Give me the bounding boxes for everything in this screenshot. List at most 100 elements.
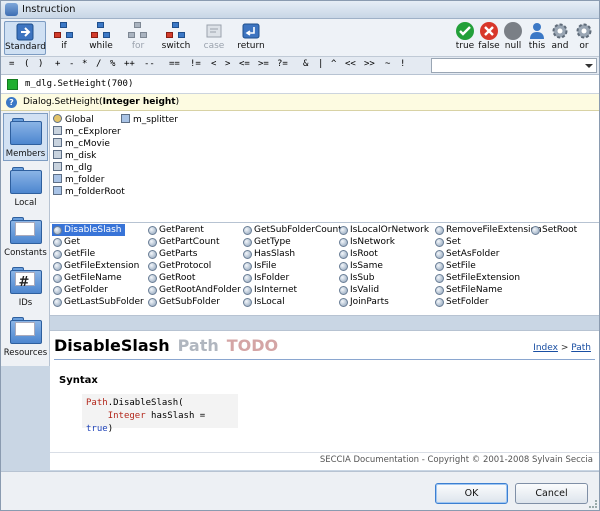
- list-item[interactable]: SetFileExtension: [434, 272, 520, 284]
- list-item[interactable]: IsNetwork: [338, 236, 395, 248]
- list-item[interactable]: Set: [434, 236, 461, 248]
- for-label: for: [131, 41, 145, 51]
- this-button[interactable]: this: [526, 21, 548, 55]
- list-item[interactable]: m_splitter: [121, 114, 178, 125]
- operator-button[interactable]: ~: [385, 59, 390, 69]
- operator-button[interactable]: >: [225, 59, 230, 69]
- null-button[interactable]: null: [502, 21, 524, 55]
- operator-button[interactable]: <=: [239, 59, 250, 69]
- list-item[interactable]: IsSame: [338, 260, 383, 272]
- list-item[interactable]: IsSub: [338, 272, 374, 284]
- operator-button[interactable]: <<: [345, 59, 356, 69]
- operator-button[interactable]: ++: [124, 59, 135, 69]
- standard-button[interactable]: Standard: [4, 21, 46, 55]
- list-item[interactable]: GetRoot: [147, 272, 195, 284]
- resize-grip-icon[interactable]: [589, 500, 597, 508]
- list-item[interactable]: m_folderRoot: [53, 186, 125, 197]
- operator-button[interactable]: %: [110, 59, 115, 69]
- list-item[interactable]: m_disk: [53, 150, 96, 161]
- list-item[interactable]: SetAsFolder: [434, 248, 499, 260]
- list-item[interactable]: GetProtocol: [147, 260, 211, 272]
- list-item[interactable]: GetFolder: [52, 284, 108, 296]
- return-button[interactable]: return: [237, 21, 265, 55]
- list-item[interactable]: SetFile: [434, 260, 476, 272]
- list-item[interactable]: GetParts: [147, 248, 198, 260]
- list-item[interactable]: GetLastSubFolder: [52, 296, 144, 308]
- case-button[interactable]: case: [201, 21, 227, 55]
- while-button[interactable]: while: [87, 21, 115, 55]
- list-item[interactable]: HasSlash: [242, 248, 295, 260]
- operator-button[interactable]: |: [318, 59, 323, 69]
- list-item-selected[interactable]: DisableSlash: [52, 224, 125, 236]
- list-item[interactable]: IsLocalOrNetwork: [338, 224, 429, 236]
- operator-button[interactable]: !=: [190, 59, 201, 69]
- operator-button[interactable]: &: [303, 59, 308, 69]
- sidebar-item-members[interactable]: Members: [3, 113, 48, 161]
- list-item[interactable]: IsInternet: [242, 284, 297, 296]
- operator-button[interactable]: ==: [169, 59, 180, 69]
- list-item[interactable]: GetRootAndFolder: [147, 284, 241, 296]
- operator-button[interactable]: ?=: [277, 59, 288, 69]
- list-item[interactable]: m_folder: [53, 174, 104, 185]
- expression-input[interactable]: m_dlg.SetHeight(700): [25, 79, 133, 89]
- operator-button[interactable]: *: [82, 59, 87, 69]
- list-item[interactable]: IsFile: [242, 260, 276, 272]
- breadcrumb-index-link[interactable]: Index: [533, 343, 558, 353]
- list-item[interactable]: GetType: [242, 236, 291, 248]
- operator-button[interactable]: !: [400, 59, 405, 69]
- list-item[interactable]: IsValid: [338, 284, 379, 296]
- dialog-footer: OK Cancel: [1, 471, 599, 510]
- true-button[interactable]: true: [454, 21, 476, 55]
- list-item[interactable]: SetFileName: [434, 284, 502, 296]
- if-button[interactable]: if: [53, 21, 75, 55]
- list-item[interactable]: RemoveFileExtension: [434, 224, 542, 236]
- and-button[interactable]: and: [549, 21, 571, 55]
- list-item[interactable]: IsRoot: [338, 248, 378, 260]
- list-item[interactable]: IsFolder: [242, 272, 289, 284]
- ok-button[interactable]: OK: [435, 483, 508, 504]
- list-item[interactable]: m_cMovie: [53, 138, 110, 149]
- list-item[interactable]: IsLocal: [242, 296, 285, 308]
- list-item[interactable]: m_dlg: [53, 162, 92, 173]
- sidebar-item-ids[interactable]: # IDs: [3, 263, 48, 311]
- operator-button[interactable]: >>: [364, 59, 375, 69]
- or-button[interactable]: or: [573, 21, 595, 55]
- for-button[interactable]: for: [126, 21, 150, 55]
- list-item[interactable]: m_cExplorer: [53, 126, 121, 137]
- list-item[interactable]: GetFile: [52, 248, 95, 260]
- sidebar-item-resources[interactable]: Resources: [3, 313, 48, 361]
- doc-class-name: Path: [177, 336, 219, 355]
- operator-button[interactable]: /: [96, 59, 101, 69]
- list-item[interactable]: JoinParts: [338, 296, 389, 308]
- operator-button[interactable]: =: [9, 59, 14, 69]
- members-list: Global m_cExplorer m_cMovie m_disk m_dlg…: [50, 111, 599, 223]
- list-item[interactable]: Get: [52, 236, 80, 248]
- list-item[interactable]: Global: [53, 114, 94, 125]
- switch-button[interactable]: switch: [161, 21, 191, 55]
- list-item[interactable]: GetFileExtension: [52, 260, 139, 272]
- flow-for-icon: [128, 22, 148, 40]
- cancel-button[interactable]: Cancel: [515, 483, 588, 504]
- operator-button[interactable]: >=: [258, 59, 269, 69]
- sidebar-item-constants[interactable]: Constants: [3, 213, 48, 261]
- operator-button[interactable]: ): [38, 59, 43, 69]
- breadcrumb-path-link[interactable]: Path: [571, 343, 591, 353]
- operator-button[interactable]: --: [144, 59, 155, 69]
- operator-button[interactable]: ^: [331, 59, 336, 69]
- operator-button[interactable]: -: [69, 59, 74, 69]
- operator-button[interactable]: <: [211, 59, 216, 69]
- list-item[interactable]: GetPartCount: [147, 236, 220, 248]
- sidebar-item-local[interactable]: Local: [3, 163, 48, 211]
- list-item[interactable]: GetSubFolderCount: [242, 224, 342, 236]
- member-icon: [53, 162, 62, 171]
- list-item[interactable]: GetSubFolder: [147, 296, 220, 308]
- operator-button[interactable]: (: [24, 59, 29, 69]
- list-item[interactable]: GetParent: [147, 224, 204, 236]
- operator-button[interactable]: +: [55, 59, 60, 69]
- list-item[interactable]: GetFileName: [52, 272, 122, 284]
- list-item[interactable]: SetFolder: [434, 296, 489, 308]
- title-bar[interactable]: Instruction: [1, 1, 599, 19]
- false-button[interactable]: false: [478, 21, 500, 55]
- operator-dropdown[interactable]: [431, 58, 597, 73]
- list-item[interactable]: SetRoot: [530, 224, 577, 236]
